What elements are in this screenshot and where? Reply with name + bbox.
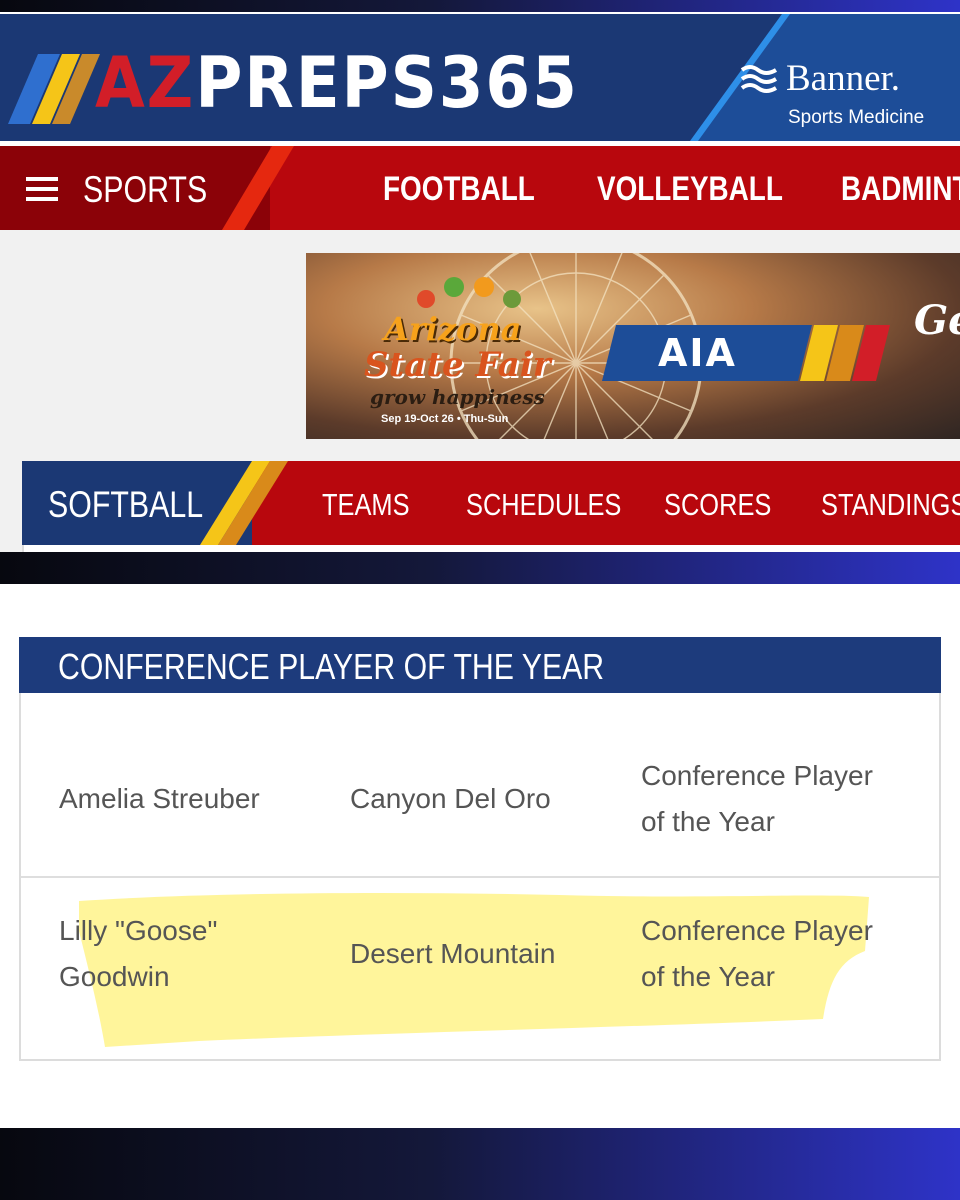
nav-volleyball[interactable]: VOLLEYBALL: [597, 170, 783, 209]
row2-player-line2: Goodwin: [59, 961, 170, 992]
award-table-title: CONFERENCE PLAYER OF THE YEAR: [58, 646, 605, 687]
row2-player-line1: Lilly "Goose": [59, 915, 218, 946]
row1-school: Canyon Del Oro: [350, 783, 551, 814]
row1-player: Amelia Streuber: [59, 783, 260, 814]
tab-standings[interactable]: STANDINGS: [821, 487, 960, 523]
fair-title-line1: Arizona: [384, 310, 522, 348]
softball-nav-bar: SOFTBALL TEAMS SCHEDULES SCORES STANDING…: [22, 461, 960, 545]
nav-slash-decoration: [222, 146, 294, 230]
fair-dates: Sep 19-Oct 26 • Thu-Sun: [381, 413, 509, 425]
row1-award-line1: Conference Player: [641, 760, 873, 791]
logo-preps: PREPS365: [195, 42, 579, 124]
fair-title-line2: State Fair: [364, 345, 551, 385]
content-edge: [22, 545, 960, 552]
logo-az: AZ: [95, 42, 196, 124]
hamburger-menu-icon[interactable]: [26, 177, 58, 201]
sport-title[interactable]: SOFTBALL: [48, 484, 203, 526]
tab-teams[interactable]: TEAMS: [322, 487, 410, 523]
sports-menu-label[interactable]: SPORTS: [83, 169, 207, 211]
sports-nav-bar: SPORTS FOOTBALL VOLLEYBALL BADMINT: [0, 146, 960, 230]
row-divider: [21, 876, 939, 878]
nav-football[interactable]: FOOTBALL: [383, 170, 535, 209]
award-table-header: CONFERENCE PLAYER OF THE YEAR: [19, 637, 941, 693]
nav-badminton[interactable]: BADMINT: [841, 170, 960, 209]
bottom-frame-band: [0, 1128, 960, 1200]
row2-award-line1: Conference Player: [641, 915, 873, 946]
middle-frame-band: [0, 552, 960, 584]
row2-award-line2: of the Year: [641, 961, 775, 992]
fair-tagline: grow happiness: [370, 385, 545, 409]
row2-school: Desert Mountain: [350, 938, 556, 969]
banner-wave-icon: [740, 65, 778, 93]
top-frame-band: [0, 0, 960, 12]
aia-logo-shape: [602, 325, 890, 381]
row1-award-line2: of the Year: [641, 806, 775, 837]
tab-schedules[interactable]: SCHEDULES: [466, 487, 621, 523]
state-fair-ad-banner[interactable]: Arizona State Fair grow happiness Sep 19…: [306, 253, 960, 439]
site-header: AZPREPS365 Banner. Sports Medicine: [0, 14, 960, 141]
softball-slash-decoration: [190, 461, 288, 545]
sponsor-subtitle: Sports Medicine: [788, 107, 925, 128]
award-table-card: CONFERENCE PLAYER OF THE YEAR Amelia Str…: [19, 637, 941, 1061]
sponsor-name[interactable]: Banner.: [786, 60, 900, 97]
fair-produce-icons: [417, 277, 521, 308]
tab-scores[interactable]: SCORES: [664, 487, 771, 523]
ad-cut-off-text: Ge: [914, 297, 960, 344]
site-logo[interactable]: AZPREPS365: [95, 48, 579, 118]
aia-logo-text: AIA: [658, 331, 737, 375]
